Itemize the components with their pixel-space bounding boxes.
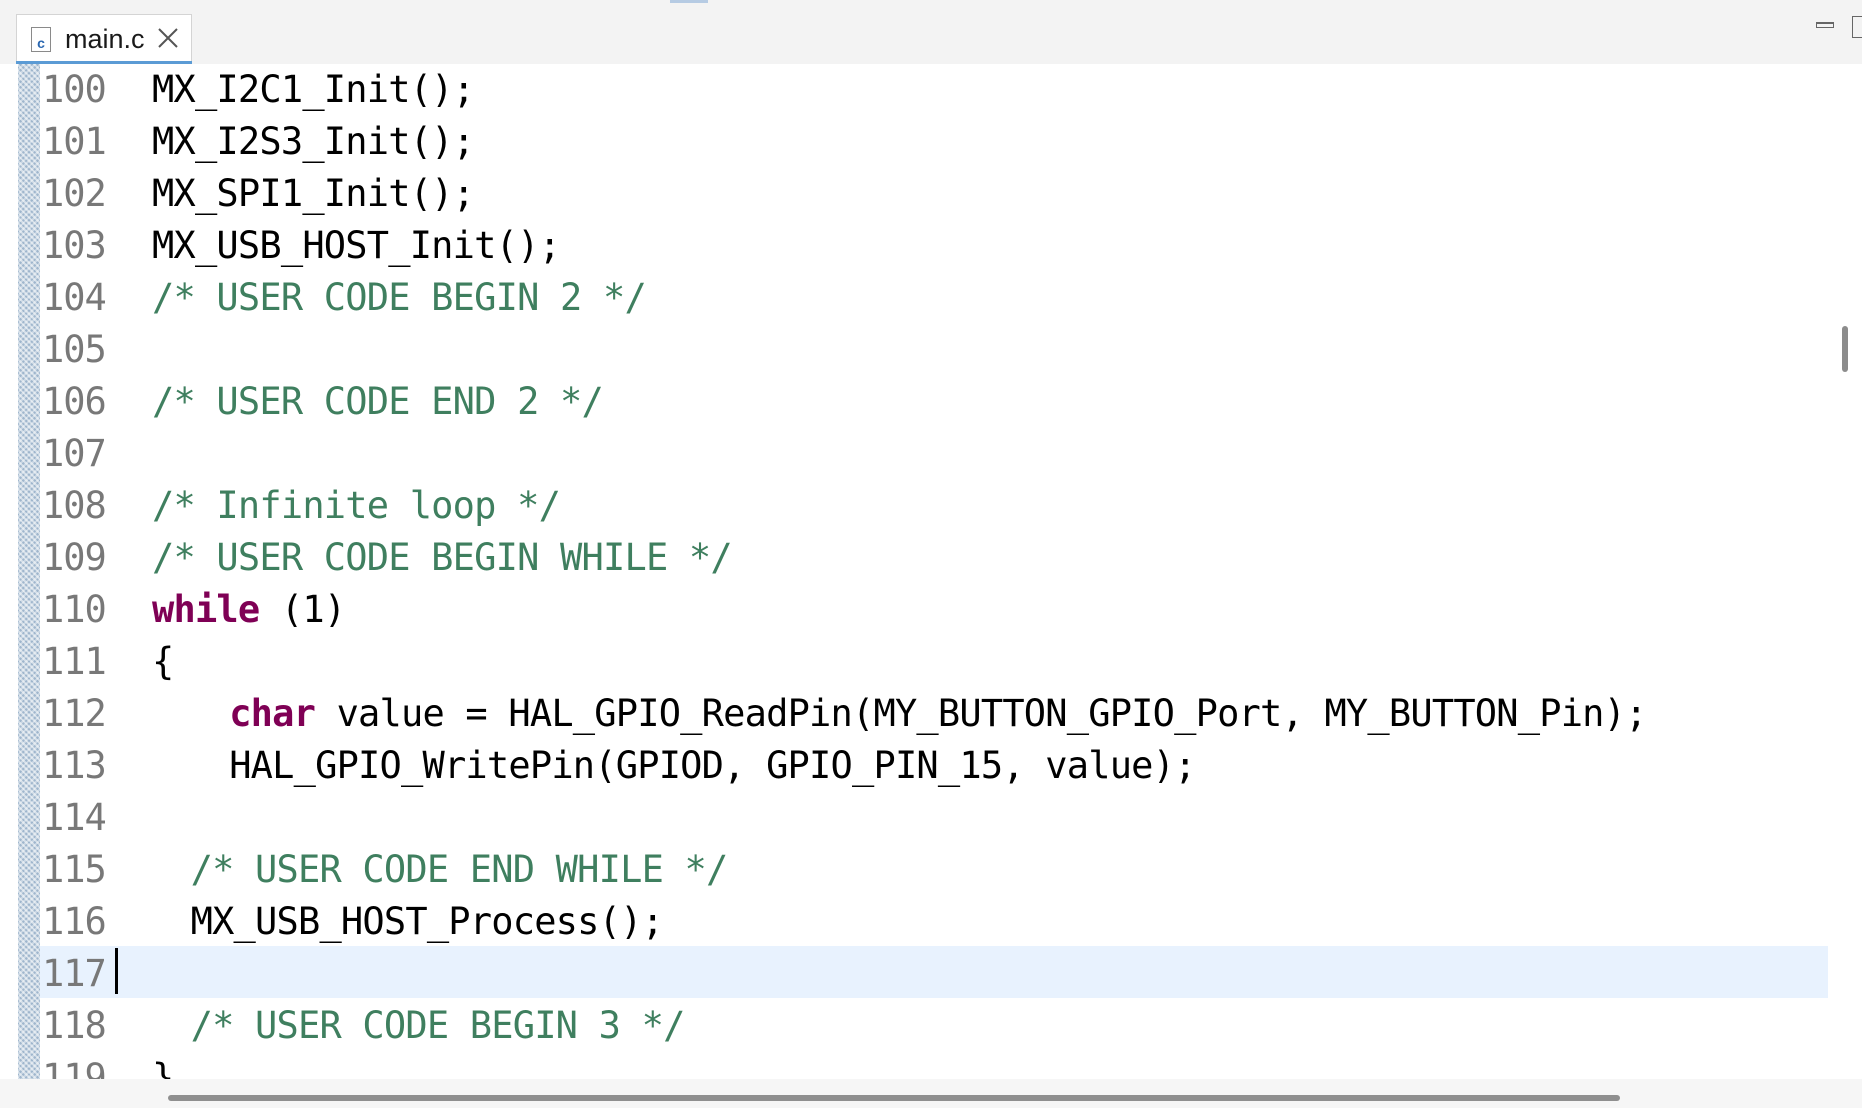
horizontal-scrollbar[interactable] [168, 1095, 1620, 1101]
line-number: 100 [42, 68, 107, 111]
line-number: 118 [42, 1004, 107, 1047]
line-number: 105 [42, 328, 107, 371]
code-line[interactable]: 119} [40, 1050, 1828, 1079]
code-line[interactable]: 111 { [40, 634, 1828, 686]
code-line[interactable]: 116 MX_USB_HOST_Process(); [40, 894, 1828, 946]
tab-label: main.c [65, 24, 145, 54]
code-line[interactable]: 106 /* USER CODE END 2 */ [40, 374, 1828, 426]
vertical-scrollbar[interactable] [1842, 326, 1848, 372]
line-number: 117 [42, 952, 107, 995]
line-number: 114 [42, 796, 107, 839]
close-icon[interactable] [155, 25, 181, 51]
code-comment: /* USER CODE END WHILE */ [190, 848, 729, 891]
line-number: 112 [42, 692, 107, 735]
c-source-file-icon: c [31, 27, 51, 52]
code-line[interactable]: 105 [40, 322, 1828, 374]
code-keyword: while [152, 588, 260, 631]
line-number: 113 [42, 744, 107, 787]
code-comment: /* Infinite loop */ [152, 484, 561, 527]
code-line[interactable]: 107 [40, 426, 1828, 478]
line-number: 119 [42, 1056, 107, 1079]
code-text: (1) [259, 588, 346, 631]
line-number: 107 [42, 432, 107, 475]
code-line[interactable]: 104 /* USER CODE BEGIN 2 */ [40, 270, 1828, 322]
code-text: } [152, 1056, 174, 1079]
code-line[interactable]: 108 /* Infinite loop */ [40, 478, 1828, 530]
code-text: while (1) [152, 584, 346, 636]
code-text: HAL_GPIO_WritePin(GPIOD, GPIO_PIN_15, va… [229, 744, 1196, 787]
minimize-icon[interactable] [1816, 22, 1834, 28]
code-text: MX_USB_HOST_Process(); [190, 900, 664, 943]
line-number: 106 [42, 380, 107, 423]
code-text: char value = HAL_GPIO_ReadPin(MY_BUTTON_… [229, 688, 1648, 740]
code-comment: /* USER CODE BEGIN 2 */ [152, 276, 647, 319]
code-text: MX_USB_HOST_Init(); [152, 224, 561, 267]
line-number: 102 [42, 172, 107, 215]
code-line[interactable]: 103 MX_USB_HOST_Init(); [40, 218, 1828, 270]
code-line[interactable]: 102 MX_SPI1_Init(); [40, 166, 1828, 218]
code-line[interactable]: 113 HAL_GPIO_WritePin(GPIOD, GPIO_PIN_15,… [40, 738, 1828, 790]
code-text: value = HAL_GPIO_ReadPin(MY_BUTTON_GPIO_… [315, 692, 1648, 735]
vertical-ruler [18, 64, 40, 1079]
top-indicator [670, 0, 708, 3]
code-line[interactable]: 101 MX_I2S3_Init(); [40, 114, 1828, 166]
horizontal-scrollbar-track [0, 1079, 1862, 1108]
code-editor[interactable]: 100 MX_I2C1_Init(); 101 MX_I2S3_Init(); 102 M… [0, 64, 1862, 1108]
code-line[interactable]: 109 /* USER CODE BEGIN WHILE */ [40, 530, 1828, 582]
line-number: 116 [42, 900, 107, 943]
line-number: 109 [42, 536, 107, 579]
maximize-icon[interactable] [1852, 16, 1862, 38]
code-keyword: char [229, 692, 316, 735]
code-text: { [152, 640, 174, 683]
tab-main-c[interactable]: c main.c [16, 14, 192, 65]
code-line[interactable]: 115 /* USER CODE END WHILE */ [40, 842, 1828, 894]
code-text: MX_SPI1_Init(); [152, 172, 475, 215]
text-caret [115, 948, 118, 994]
line-number: 103 [42, 224, 107, 267]
line-number: 101 [42, 120, 107, 163]
code-line[interactable]: 114 [40, 790, 1828, 842]
line-number: 110 [42, 588, 107, 631]
code-line[interactable]: 117 [40, 946, 1828, 998]
code-line[interactable]: 100 MX_I2C1_Init(); [40, 64, 1828, 114]
code-text: MX_I2C1_Init(); [152, 68, 475, 111]
code-line[interactable]: 110 while (1) [40, 582, 1828, 634]
line-number: 108 [42, 484, 107, 527]
line-number: 111 [42, 640, 107, 683]
line-number: 115 [42, 848, 107, 891]
code-comment: /* USER CODE END 2 */ [152, 380, 604, 423]
code-area[interactable]: 100 MX_I2C1_Init(); 101 MX_I2S3_Init(); 102 M… [40, 64, 1828, 1079]
line-number: 104 [42, 276, 107, 319]
code-comment: /* USER CODE BEGIN 3 */ [190, 1004, 686, 1047]
code-text: MX_I2S3_Init(); [152, 120, 475, 163]
code-comment: /* USER CODE BEGIN WHILE */ [152, 536, 733, 579]
code-line[interactable]: 112 char value = HAL_GPIO_ReadPin(MY_BUTT… [40, 686, 1828, 738]
editor-tab-bar: c main.c [0, 0, 1862, 65]
code-line[interactable]: 118 /* USER CODE BEGIN 3 */ [40, 998, 1828, 1050]
